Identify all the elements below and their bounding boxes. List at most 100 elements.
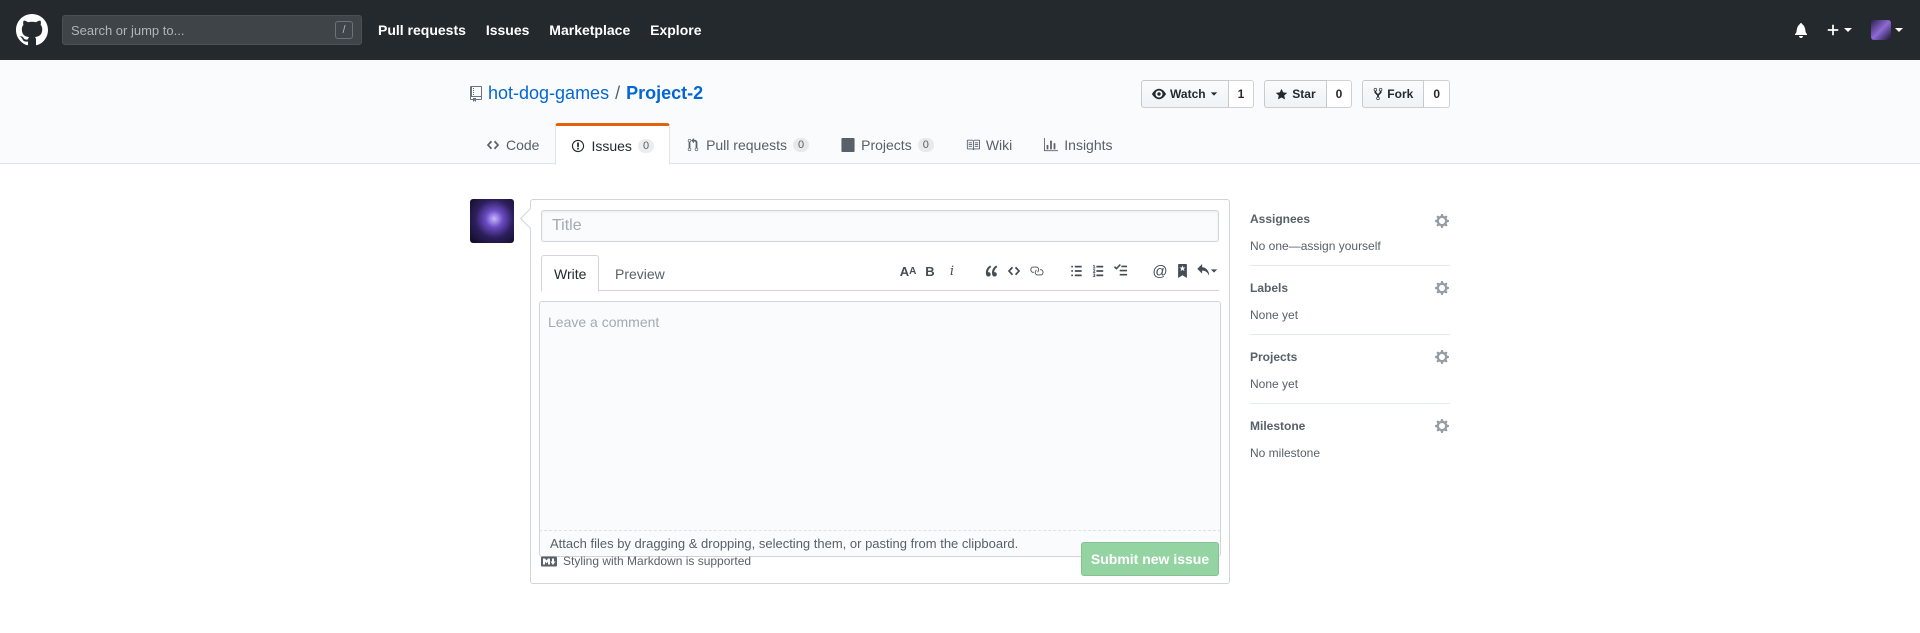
repo-actions: Watch 1 Star 0 Fork 0: [1141, 80, 1450, 108]
markdown-toolbar: AA B i @: [899, 261, 1219, 281]
user-menu-dropdown[interactable]: [1871, 20, 1904, 40]
tab-projects-count: 0: [917, 138, 934, 152]
star-count[interactable]: 0: [1326, 80, 1353, 108]
tab-issues[interactable]: Issues 0: [555, 123, 671, 165]
sidebar-milestone-value: No milestone: [1250, 446, 1321, 460]
fork-button[interactable]: Fork: [1362, 80, 1425, 108]
tab-preview[interactable]: Preview: [603, 255, 677, 292]
create-new-dropdown[interactable]: [1826, 23, 1853, 37]
caret-down-icon: [1895, 28, 1903, 32]
gear-icon[interactable]: [1434, 280, 1450, 296]
tab-insights[interactable]: Insights: [1028, 123, 1128, 164]
bold-icon[interactable]: B: [921, 261, 939, 281]
watch-button[interactable]: Watch: [1141, 80, 1229, 108]
sidebar-projects-value: None yet: [1250, 377, 1299, 391]
gear-icon[interactable]: [1434, 418, 1450, 434]
sidebar-assignees-value[interactable]: No one—assign yourself: [1250, 239, 1450, 253]
quote-icon[interactable]: [983, 261, 1001, 281]
fork-label: Fork: [1387, 87, 1414, 101]
header-nav: Pull requests Issues Marketplace Explore: [378, 22, 717, 38]
tab-code-label: Code: [506, 137, 540, 153]
tab-pull-requests-count: 0: [793, 138, 810, 152]
github-logo-icon[interactable]: [16, 14, 48, 46]
tab-write[interactable]: Write: [541, 255, 600, 292]
caret-down-icon: [1844, 28, 1852, 32]
graph-icon: [1044, 138, 1059, 152]
sidebar-projects: Projects None yet: [1250, 335, 1450, 404]
editor-tabs: Write Preview AA B i @: [541, 255, 1219, 292]
issue-title-input[interactable]: Title: [541, 210, 1219, 242]
gear-icon[interactable]: [1434, 213, 1450, 229]
nav-pull-requests[interactable]: Pull requests: [378, 22, 466, 38]
fork-group: Fork 0: [1362, 80, 1450, 108]
new-issue-form: Title Write Preview AA B i @ Leave a com…: [530, 199, 1230, 584]
sidebar-projects-label: Projects: [1250, 350, 1298, 364]
caret-down-icon: [1210, 269, 1218, 273]
issue-sidebar: Assignees No one—assign yourself Labels …: [1250, 199, 1450, 472]
link-icon[interactable]: [1027, 261, 1045, 281]
sidebar-labels-label: Labels: [1250, 281, 1289, 295]
markdown-help-text: Styling with Markdown is supported: [563, 554, 752, 568]
tab-wiki[interactable]: Wiki: [950, 123, 1028, 164]
tab-pull-requests-label: Pull requests: [706, 137, 787, 153]
search-shortcut-hint: /: [335, 21, 353, 39]
reply-icon[interactable]: [1195, 261, 1219, 281]
sidebar-labels-value: None yet: [1250, 308, 1299, 322]
text-size-icon[interactable]: AA: [899, 261, 917, 281]
repo-owner-link[interactable]: hot-dog-games: [488, 83, 609, 104]
repo-book-icon: [470, 85, 482, 102]
search-box[interactable]: /: [62, 15, 362, 45]
repo-name-link[interactable]: Project-2: [626, 83, 703, 104]
header-actions: [1794, 20, 1904, 40]
notifications-bell-icon[interactable]: [1794, 22, 1808, 38]
nav-marketplace[interactable]: Marketplace: [549, 22, 630, 38]
sidebar-milestone: Milestone No milestone: [1250, 404, 1450, 472]
ordered-list-icon[interactable]: [1089, 261, 1107, 281]
issue-opened-icon: [572, 139, 585, 152]
tab-projects[interactable]: Projects 0: [825, 123, 950, 164]
sidebar-labels: Labels None yet: [1250, 266, 1450, 335]
nav-issues[interactable]: Issues: [486, 22, 530, 38]
watch-label: Watch: [1170, 87, 1206, 101]
sidebar-assignees: Assignees No one—assign yourself: [1250, 199, 1450, 266]
tab-issues-count: 0: [637, 138, 655, 153]
repo-title: hot-dog-games / Project-2: [470, 83, 703, 104]
git-pull-request-icon: [687, 138, 699, 152]
tab-pull-requests[interactable]: Pull requests 0: [670, 123, 825, 164]
tab-issues-label: Issues: [591, 137, 632, 154]
repo-nav: Code Issues 0 Pull requests 0 Projects 0…: [470, 123, 1129, 165]
star-button[interactable]: Star: [1264, 80, 1327, 108]
submit-new-issue-button[interactable]: Submit new issue: [1081, 542, 1219, 576]
gear-icon[interactable]: [1434, 349, 1450, 365]
mention-icon[interactable]: @: [1151, 261, 1169, 281]
watch-count[interactable]: 1: [1228, 80, 1255, 108]
tab-code[interactable]: Code: [470, 123, 555, 164]
project-icon: [841, 138, 855, 152]
markdown-icon: [541, 556, 557, 566]
watch-group: Watch 1: [1141, 80, 1255, 108]
code-icon[interactable]: [1005, 261, 1023, 281]
task-list-icon[interactable]: [1111, 261, 1129, 281]
search-input[interactable]: [71, 22, 335, 38]
tab-projects-label: Projects: [861, 137, 912, 153]
comment-textarea[interactable]: Leave a comment: [539, 301, 1221, 531]
plus-icon: [1827, 24, 1839, 36]
bookmark-icon[interactable]: [1173, 261, 1191, 281]
sidebar-milestone-label: Milestone: [1250, 419, 1306, 433]
markdown-help[interactable]: Styling with Markdown is supported: [541, 554, 751, 568]
eye-icon: [1152, 88, 1167, 100]
nav-explore[interactable]: Explore: [650, 22, 701, 38]
italic-icon[interactable]: i: [943, 261, 961, 281]
repo-forked-icon: [1373, 87, 1383, 101]
global-header: / Pull requests Issues Marketplace Explo…: [0, 0, 1920, 60]
repo-path-separator: /: [615, 83, 621, 103]
code-icon: [486, 140, 500, 150]
tab-wiki-label: Wiki: [985, 137, 1013, 153]
unordered-list-icon[interactable]: [1067, 261, 1085, 281]
star-group: Star 0: [1264, 80, 1353, 108]
author-avatar[interactable]: [470, 199, 514, 243]
star-icon: [1276, 88, 1288, 99]
repo-header: hot-dog-games / Project-2 Watch 1 Star 0: [0, 60, 1920, 165]
sidebar-assignees-label: Assignees: [1250, 212, 1311, 226]
fork-count[interactable]: 0: [1424, 80, 1450, 108]
